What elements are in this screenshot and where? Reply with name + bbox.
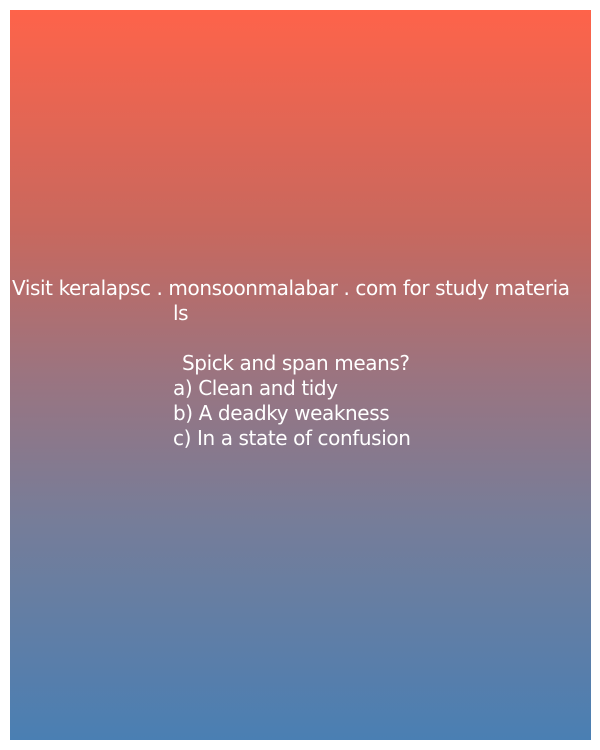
promo-line: Visit keralapsc . monsoonmalabar . com f… — [12, 276, 570, 300]
option-b: b) A deadky weakness — [173, 401, 390, 425]
promo-line-wrap: ls — [173, 301, 189, 325]
option-c: c) In a state of confusion — [173, 426, 411, 450]
gradient-card: Visit keralapsc . monsoonmalabar . com f… — [10, 10, 591, 740]
option-a: a) Clean and tidy — [173, 376, 338, 400]
question-text: Spick and span means? — [182, 351, 410, 375]
post-text: Visit keralapsc . monsoonmalabar . com f… — [10, 276, 591, 451]
